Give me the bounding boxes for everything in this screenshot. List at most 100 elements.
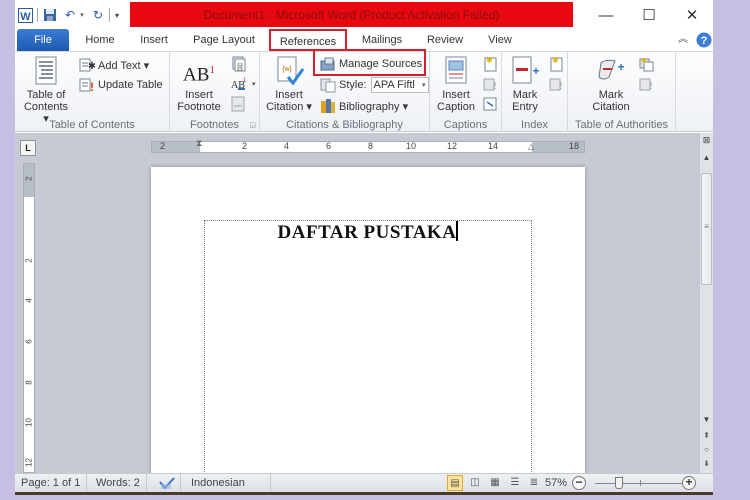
tab-selector-button[interactable]: L [20,140,36,156]
document-workspace: L 2 2 4 6 8 10 12 14 18 ⧗ △ 2 2 4 6 8 10… [15,133,699,473]
scroll-thumb[interactable]: ≡ [701,173,712,285]
dialog-launcher-icon[interactable]: ◲ [249,121,256,129]
scroll-up-icon[interactable]: ▲ [700,153,713,167]
ruler-tick: 12 [447,141,458,151]
divider [109,8,110,22]
save-icon[interactable] [42,7,58,23]
update-table-of-authorities-icon[interactable]: ! [638,76,654,92]
outline-icon[interactable]: ☰ [507,475,523,491]
ruler-tick: 2 [160,141,166,151]
toc-label-1: Table of [26,89,66,101]
show-notes-icon[interactable] [230,96,246,112]
insert-table-of-figures-icon[interactable]: ✱ [482,56,498,72]
svg-text:▾: ▾ [252,81,256,88]
add-text-button[interactable]: ✱ Add Text ▾ [79,56,149,74]
style-selector: Style: APA Fiftl ▾ [320,76,429,94]
minimize-ribbon-icon[interactable]: ︽ [675,29,691,51]
text-boundary[interactable]: DAFTAR PUSTAKA [204,220,532,473]
indent-marker-icon[interactable]: ⧗ [196,138,202,149]
document-page[interactable]: DAFTAR PUSTAKA [151,167,585,473]
svg-text:W: W [20,11,31,23]
vertical-scrollbar[interactable]: ⊠ ▲ ≡ ▼ ⇞ ○ ⇟ [699,133,713,473]
redo-icon[interactable]: ↻ [90,7,106,23]
tab-file[interactable]: File [17,29,69,51]
ruler-tick: 2 [24,176,34,181]
svg-text:!: ! [560,81,563,92]
tab-page-layout[interactable]: Page Layout [189,29,259,51]
minimize-button[interactable]: — [591,4,621,26]
table-of-contents-button[interactable]: Table of Contents ▾ [21,55,71,125]
undo-dropdown-icon[interactable]: ▾ [78,7,86,23]
group-table-of-authorities: + Mark Citation ✱ ! Table of Authorities [568,52,676,132]
page-count[interactable]: Page: 1 of 1 [15,474,88,492]
style-dropdown[interactable]: APA Fiftl ▾ [370,77,429,93]
tab-view[interactable]: View [481,29,519,51]
insert-endnote-icon[interactable]: [i] [230,56,246,72]
tab-home[interactable]: Home [79,29,121,51]
scroll-down-icon[interactable]: ▼ [700,415,713,429]
view-ruler-icon[interactable]: ⊠ [700,135,713,149]
ribbon-tabs: File Home Insert Page Layout References … [15,29,713,51]
maximize-button[interactable]: ☐ [634,4,664,26]
text-cursor [456,221,459,241]
mark-citation-label-1: Mark [598,89,624,101]
svg-text:+: + [617,60,624,74]
zoom-out-button[interactable]: − [572,476,586,490]
bibliography-button[interactable]: Bibliography ▾ [320,97,408,115]
draft-icon[interactable]: ≣ [526,475,542,491]
zoom-slider-thumb[interactable] [614,477,623,489]
right-indent-marker-icon[interactable]: △ [528,142,534,151]
style-label: Style: [339,79,367,91]
word-logo-icon[interactable]: W [17,7,33,23]
mark-citation-icon: + [595,55,627,87]
close-button[interactable]: ✕ [677,4,707,26]
update-table-label: Update Table [98,79,163,91]
insert-citation-button[interactable]: {w} Insert Citation ▾ [264,55,314,113]
group-label: Table of Contents [49,119,135,131]
mark-citation-label-2: Citation [592,101,630,113]
help-icon[interactable]: ? [696,29,712,51]
ruler-tick: 8 [368,141,374,151]
update-table-of-figures-icon[interactable]: ! [482,76,498,92]
zoom-in-button[interactable]: + [682,476,696,490]
tab-references[interactable]: References [269,29,347,51]
mark-entry-button[interactable]: + Mark Entry [506,55,544,113]
update-index-icon[interactable]: ! [548,76,564,92]
bibliography-icon [320,98,336,114]
table-of-contents-icon [30,55,62,87]
next-footnote-icon[interactable]: AB 1 ▾ [230,76,256,92]
language-indicator[interactable]: Indonesian [181,474,271,492]
horizontal-ruler[interactable]: 2 2 4 6 8 10 12 14 18 ⧗ △ [151,138,585,153]
group-label: Citations & Bibliography [286,119,403,131]
tab-mailings[interactable]: Mailings [355,29,409,51]
full-screen-reading-icon[interactable]: ◫ [467,475,483,491]
insert-caption-button[interactable]: Insert Caption [434,55,478,113]
insert-footnote-button[interactable]: AB1 Insert Footnote [174,55,224,113]
cross-reference-icon[interactable] [482,96,498,112]
undo-icon[interactable]: ↶ [62,7,78,23]
proofing-icon[interactable] [153,474,181,492]
customize-icon[interactable]: ▾ [113,7,121,23]
insert-table-of-authorities-icon[interactable]: ✱ [638,56,654,72]
insert-index-icon[interactable]: ✱ [548,56,564,72]
caption-label-1: Insert [442,89,470,101]
group-table-of-contents: Table of Contents ▾ ✱ Add Text ▾ ! Updat… [15,52,170,132]
print-layout-icon[interactable]: ▤ [447,475,463,491]
next-page-icon[interactable]: ⇟ [700,459,713,473]
heading-text: DAFTAR PUSTAKA [277,222,457,243]
citation-label-1: Insert [275,89,303,101]
svg-text:?: ? [701,35,708,47]
tab-insert[interactable]: Insert [133,29,175,51]
tab-review[interactable]: Review [423,29,467,51]
select-browse-object-icon[interactable]: ○ [700,445,713,459]
mark-citation-button[interactable]: + Mark Citation [586,55,636,113]
ruler-tick: 6 [24,339,34,344]
previous-page-icon[interactable]: ⇞ [700,431,713,445]
word-count[interactable]: Words: 2 [90,474,147,492]
zoom-level[interactable]: 57% [545,474,567,492]
web-layout-icon[interactable]: ▦ [487,475,503,491]
document-heading[interactable]: DAFTAR PUSTAKA [205,221,531,244]
update-table-button[interactable]: ! Update Table [79,76,163,94]
vertical-ruler[interactable]: 2 2 4 6 8 10 12 [23,163,35,473]
svg-text:✱: ✱ [641,57,647,65]
